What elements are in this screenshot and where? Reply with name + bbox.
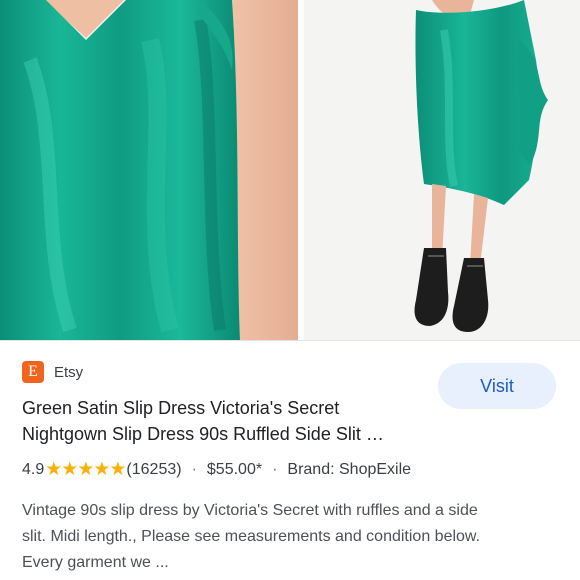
green-dress-full-image [304,0,580,340]
product-description: Vintage 90s slip dress by Victoria's Sec… [22,498,542,576]
source-name: Etsy [54,363,84,381]
visit-button[interactable]: Visit [438,363,556,409]
product-image-strip [0,0,580,340]
star-rating-icon: ★★★★★ [45,459,126,480]
product-title[interactable]: Green Satin Slip Dress Victoria's Secret… [22,395,422,447]
separator-dot: · [191,460,197,478]
source-row[interactable]: E Etsy [22,361,83,383]
etsy-favicon-icon: E [22,361,44,383]
product-image-full[interactable] [304,0,580,340]
product-title-line2: Nightgown Slip Dress 90s Ruffled Side Sl… [22,424,384,444]
review-count: (16253) [126,460,182,478]
product-price: $55.00* [206,460,263,478]
green-dress-closeup-image [0,0,298,340]
rating-value: 4.9 [22,460,45,478]
product-title-line1: Green Satin Slip Dress Victoria's Secret [22,398,340,418]
description-line2: slit. Midi length., Please see measureme… [22,528,481,545]
description-line1: Vintage 90s slip dress by Victoria's Sec… [22,502,478,519]
product-meta-row: 4.9 ★★★★★ (16253) · $55.00* · Brand: Sho… [22,458,411,481]
description-line3: Every garment we ... [22,554,169,571]
product-image-closeup[interactable] [0,0,298,340]
shopping-result-card[interactable]: E Etsy Visit Green Satin Slip Dress Vict… [0,341,580,580]
separator-dot: · [272,460,278,478]
product-brand: Brand: ShopExile [287,460,412,478]
